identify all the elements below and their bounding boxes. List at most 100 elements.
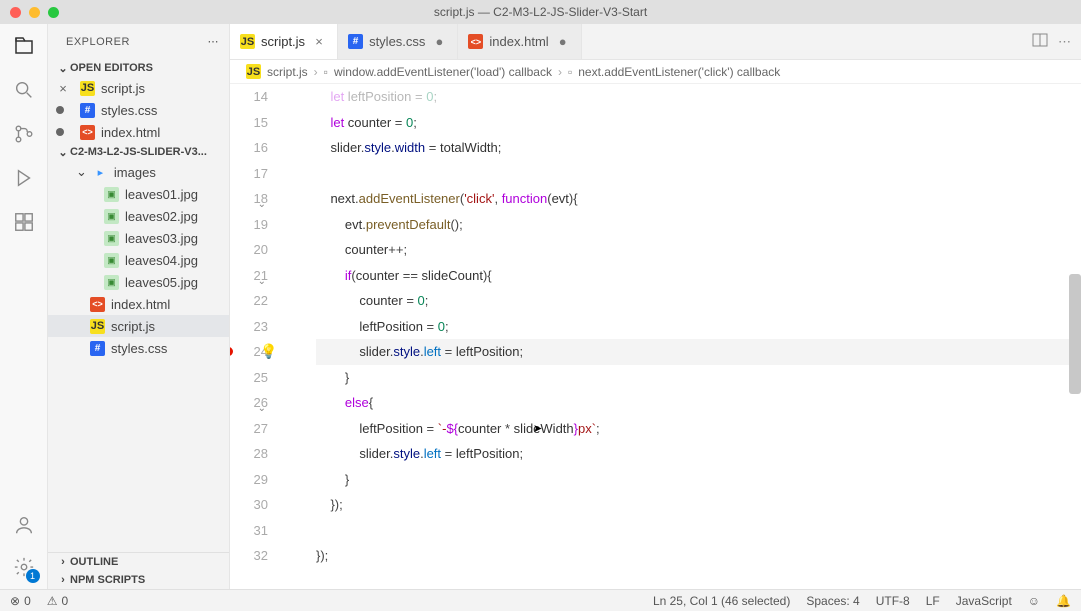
file-label: leaves02.jpg: [125, 209, 198, 224]
line-number[interactable]: 15: [230, 110, 268, 136]
folder-images[interactable]: ⌄ ▸ images: [48, 161, 229, 183]
code-line[interactable]: });: [316, 543, 1081, 569]
settings-gear-icon[interactable]: 1: [12, 555, 36, 579]
css-icon: #: [90, 341, 105, 356]
line-number[interactable]: ⌄18: [230, 186, 268, 212]
errors-count[interactable]: ⊗ 0: [10, 594, 31, 608]
code-line[interactable]: evt.preventDefault();: [316, 212, 1081, 238]
open-editor-item[interactable]: <>index.html: [48, 121, 229, 143]
code-line[interactable]: if(counter == slideCount){: [316, 263, 1081, 289]
line-number[interactable]: 23: [230, 314, 268, 340]
dirty-indicator-icon: [56, 106, 64, 114]
line-number[interactable]: 17: [230, 161, 268, 187]
line-number[interactable]: 22: [230, 288, 268, 314]
feedback-icon[interactable]: ☺: [1028, 594, 1040, 608]
file-item[interactable]: ▣leaves03.jpg: [48, 227, 229, 249]
code-line[interactable]: slider.style.width = totalWidth;: [316, 135, 1081, 161]
line-number[interactable]: ⌄26: [230, 390, 268, 416]
line-number[interactable]: 27: [230, 416, 268, 442]
close-tab-icon[interactable]: ×: [311, 34, 327, 49]
js-icon: JS: [90, 319, 105, 334]
file-item[interactable]: ▣leaves02.jpg: [48, 205, 229, 227]
line-number[interactable]: 25: [230, 365, 268, 391]
code-line[interactable]: slider.style.left = leftPosition;: [316, 441, 1081, 467]
minimap-thumb[interactable]: [1069, 274, 1081, 394]
notifications-icon[interactable]: 🔔: [1056, 594, 1071, 608]
file-item[interactable]: ▣leaves04.jpg: [48, 249, 229, 271]
more-actions-icon[interactable]: ⋯: [1058, 34, 1071, 50]
project-section[interactable]: ⌄ C2-M3-L2-JS-SLIDER-V3...: [48, 143, 229, 161]
run-debug-icon[interactable]: [12, 166, 36, 190]
code-line[interactable]: else{: [316, 390, 1081, 416]
open-editor-item[interactable]: ×JSscript.js: [48, 77, 229, 99]
code-line[interactable]: next.addEventListener('click', function(…: [316, 186, 1081, 212]
line-number[interactable]: 14: [230, 84, 268, 110]
breakpoint-icon[interactable]: [230, 347, 233, 356]
file-label: styles.css: [101, 103, 157, 118]
close-icon[interactable]: ×: [56, 81, 70, 96]
file-item[interactable]: ▣leaves01.jpg: [48, 183, 229, 205]
breadcrumb[interactable]: JS script.js › ▫ window.addEventListener…: [230, 60, 1081, 84]
warnings-count[interactable]: ⚠ 0: [47, 594, 68, 608]
file-item[interactable]: <>index.html: [48, 293, 229, 315]
line-number[interactable]: 28: [230, 441, 268, 467]
editor-tab[interactable]: #styles.css●: [338, 24, 458, 59]
status-bar: ⊗ 0 ⚠ 0 Ln 25, Col 1 (46 selected) Space…: [0, 589, 1081, 611]
tab-label: index.html: [489, 34, 548, 49]
npm-scripts-section[interactable]: › NPM SCRIPTS: [48, 571, 229, 589]
search-icon[interactable]: [12, 78, 36, 102]
line-number[interactable]: 20: [230, 237, 268, 263]
html-icon: <>: [80, 125, 95, 140]
code-line[interactable]: }: [316, 467, 1081, 493]
indentation[interactable]: Spaces: 4: [806, 594, 859, 608]
code-line[interactable]: counter++;: [316, 237, 1081, 263]
file-item[interactable]: #styles.css: [48, 337, 229, 359]
line-number[interactable]: 31: [230, 518, 268, 544]
extensions-icon[interactable]: [12, 210, 36, 234]
line-number[interactable]: 19: [230, 212, 268, 238]
lightbulb-icon[interactable]: 💡: [260, 339, 277, 365]
open-editors-section[interactable]: ⌄ OPEN EDITORS: [48, 59, 229, 77]
line-number[interactable]: 16: [230, 135, 268, 161]
line-number[interactable]: 30: [230, 492, 268, 518]
encoding[interactable]: UTF-8: [876, 594, 910, 608]
line-number[interactable]: ⌄21: [230, 263, 268, 289]
code-line[interactable]: [316, 161, 1081, 187]
line-number[interactable]: 29: [230, 467, 268, 493]
explorer-icon[interactable]: [12, 34, 36, 58]
file-item[interactable]: JSscript.js: [48, 315, 229, 337]
tab-label: script.js: [261, 34, 305, 49]
split-editor-icon[interactable]: [1032, 32, 1048, 51]
editor-tab[interactable]: <>index.html●: [458, 24, 581, 59]
eol[interactable]: LF: [926, 594, 940, 608]
more-icon[interactable]: ⋯: [208, 35, 220, 48]
code-line[interactable]: });: [316, 492, 1081, 518]
outline-section[interactable]: › OUTLINE: [48, 553, 229, 571]
language-mode[interactable]: JavaScript: [956, 594, 1012, 608]
code-line[interactable]: let counter = 0;: [316, 110, 1081, 136]
code-line[interactable]: [316, 518, 1081, 544]
breadcrumb-file[interactable]: script.js: [267, 65, 308, 79]
editor-tab[interactable]: JSscript.js×: [230, 24, 338, 59]
cursor-position[interactable]: Ln 25, Col 1 (46 selected): [653, 594, 790, 608]
line-number[interactable]: 32: [230, 543, 268, 569]
code-line[interactable]: counter = 0;: [316, 288, 1081, 314]
file-item[interactable]: ▣leaves05.jpg: [48, 271, 229, 293]
close-window-button[interactable]: [10, 7, 21, 18]
code-editor[interactable]: 14151617⌄181920⌄2122232425⌄2627282930313…: [230, 84, 1081, 589]
source-control-icon[interactable]: [12, 122, 36, 146]
code-line[interactable]: }: [316, 365, 1081, 391]
chevron-right-icon: ›: [56, 573, 70, 587]
accounts-icon[interactable]: [12, 513, 36, 537]
code-line[interactable]: leftPosition = `-${counter * slideWidth}…: [316, 416, 1081, 442]
code-line[interactable]: 💡 slider.style.left = leftPosition;: [316, 339, 1081, 365]
open-editor-item[interactable]: #styles.css: [48, 99, 229, 121]
html-icon: <>: [90, 297, 105, 312]
maximize-window-button[interactable]: [48, 7, 59, 18]
code-line[interactable]: leftPosition = 0;: [316, 314, 1081, 340]
code-line[interactable]: let leftPosition = 0;: [316, 84, 1081, 110]
minimap[interactable]: [1067, 144, 1081, 589]
breadcrumb-symbol[interactable]: window.addEventListener('load') callback: [334, 65, 552, 79]
minimize-window-button[interactable]: [29, 7, 40, 18]
breadcrumb-symbol[interactable]: next.addEventListener('click') callback: [578, 65, 780, 79]
